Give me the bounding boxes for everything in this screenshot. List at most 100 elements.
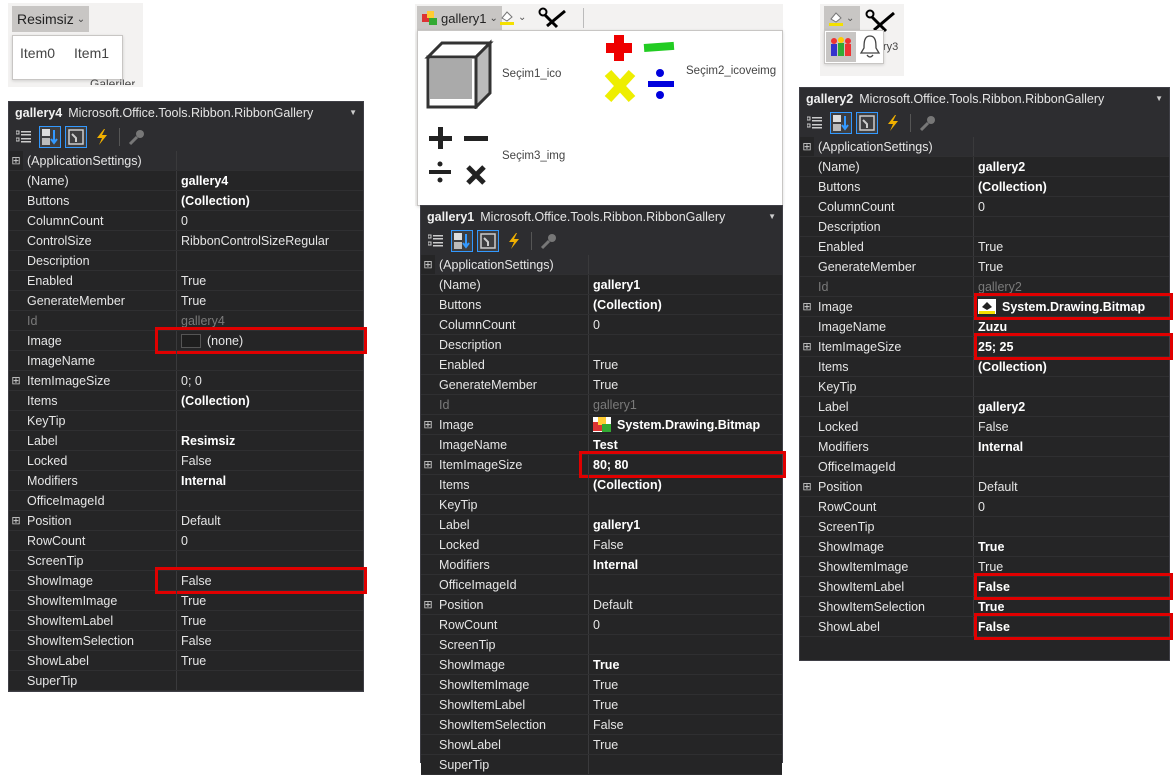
bell-icon[interactable] [859,34,881,60]
property-row[interactable]: ShowItemImage True [800,557,1169,577]
property-row[interactable]: Locked False [421,535,782,555]
property-row[interactable]: Description [800,217,1169,237]
property-value[interactable] [589,255,782,274]
property-value[interactable]: System.Drawing.Bitmap [974,297,1169,316]
gallery-item[interactable]: Seçim2_icoveimg [602,33,776,109]
property-row[interactable]: (Name) gallery4 [9,171,363,191]
property-row[interactable]: Modifiers Internal [421,555,782,575]
property-row[interactable]: Id gallery1 [421,395,782,415]
property-value[interactable]: Test [589,435,782,454]
property-value[interactable]: gallery1 [589,275,782,294]
property-value[interactable]: RibbonControlSizeRegular [177,231,363,250]
categorized-icon[interactable] [13,126,35,148]
property-row[interactable]: ShowLabel True [9,651,363,671]
property-value[interactable]: True [177,591,363,610]
property-value[interactable]: 80; 80 [589,455,782,474]
property-value[interactable] [589,755,782,774]
property-value[interactable]: True [177,611,363,630]
grid-header[interactable]: gallery4 Microsoft.Office.Tools.Ribbon.R… [9,102,363,123]
expand-plus-icon[interactable]: ⊞ [9,511,23,530]
property-value[interactable]: True [177,291,363,310]
property-row[interactable]: Items (Collection) [9,391,363,411]
property-row[interactable]: OfficeImageId [9,491,363,511]
property-row[interactable]: ⊞ (ApplicationSettings) [800,137,1169,157]
property-row[interactable]: ⊞ Position Default [9,511,363,531]
property-row[interactable]: Items (Collection) [421,475,782,495]
property-row[interactable]: Label Resimsiz [9,431,363,451]
property-value[interactable] [589,495,782,514]
property-value[interactable]: Internal [177,471,363,490]
property-row[interactable]: ShowImage True [800,537,1169,557]
expand-plus-icon[interactable]: ⊞ [800,337,814,356]
property-row[interactable]: Buttons (Collection) [421,295,782,315]
properties-icon[interactable] [856,112,878,134]
property-value[interactable]: 0 [177,531,363,550]
property-value[interactable]: False [177,571,363,590]
property-value[interactable] [974,457,1169,476]
gallery1-dropdown[interactable]: gallery1 ⌄ [417,6,502,30]
property-row[interactable]: ShowImage True [421,655,782,675]
property-value[interactable]: True [974,257,1169,276]
property-value[interactable]: (Collection) [177,191,363,210]
property-row[interactable]: RowCount 0 [800,497,1169,517]
property-row[interactable]: ColumnCount 0 [800,197,1169,217]
property-value[interactable] [177,411,363,430]
property-value[interactable] [177,491,363,510]
property-value[interactable]: True [589,735,782,754]
property-value[interactable]: 0 [177,211,363,230]
scissors-icon[interactable] [537,7,567,31]
property-row[interactable]: ScreenTip [800,517,1169,537]
dropdown-arrow-icon[interactable]: ▼ [1155,94,1163,103]
property-row[interactable]: ⊞ (ApplicationSettings) [421,255,782,275]
property-row[interactable]: Label gallery2 [800,397,1169,417]
property-pages-icon[interactable] [126,126,148,148]
property-row[interactable]: ⊞ ItemImageSize 80; 80 [421,451,786,478]
property-row[interactable]: ShowItemSelection False [9,631,363,651]
property-row[interactable]: Description [421,335,782,355]
property-row[interactable]: Modifiers Internal [9,471,363,491]
property-value[interactable]: gallery1 [589,515,782,534]
property-row[interactable]: Modifiers Internal [800,437,1169,457]
property-value[interactable]: True [974,597,1169,616]
property-value[interactable]: gallery4 [177,171,363,190]
property-value[interactable]: gallery1 [589,395,782,414]
property-value[interactable] [177,671,363,690]
property-value[interactable]: (Collection) [589,475,782,494]
property-value[interactable]: Internal [974,437,1169,456]
expand-plus-icon[interactable]: ⊞ [421,595,435,614]
property-row[interactable]: KeyTip [9,411,363,431]
property-row[interactable]: ⊞ Position Default [421,595,782,615]
expand-plus-icon[interactable]: ⊞ [800,297,814,316]
property-row[interactable]: SuperTip [421,755,782,775]
property-row[interactable]: Label gallery1 [421,515,782,535]
property-row[interactable]: ControlSize RibbonControlSizeRegular [9,231,363,251]
property-row[interactable]: Enabled True [800,237,1169,257]
property-row[interactable]: Id gallery4 [9,311,363,331]
property-row[interactable]: ShowItemSelection True [800,597,1169,617]
property-row[interactable]: ⊞ Image System.Drawing.Bitmap [421,415,782,435]
property-value[interactable] [974,377,1169,396]
grid-header[interactable]: gallery1 Microsoft.Office.Tools.Ribbon.R… [421,206,782,227]
property-row[interactable]: ShowItemImage True [421,675,782,695]
property-row[interactable]: ⊞ ItemImageSize 0; 0 [9,371,363,391]
alphabetical-icon[interactable] [39,126,61,148]
expand-plus-icon[interactable]: ⊞ [800,477,814,496]
property-value[interactable] [177,551,363,570]
property-value[interactable]: (Collection) [974,357,1169,376]
categorized-icon[interactable] [804,112,826,134]
property-value[interactable]: 0 [589,615,782,634]
property-row[interactable]: OfficeImageId [800,457,1169,477]
property-value[interactable]: True [589,355,782,374]
property-row[interactable]: ShowLabel True [421,735,782,755]
property-value[interactable]: True [177,271,363,290]
alphabetical-icon[interactable] [451,230,473,252]
property-value[interactable]: 0 [974,197,1169,216]
property-pages-icon[interactable] [917,112,939,134]
gallery-item[interactable]: Item0 [20,45,55,61]
property-row[interactable]: ImageName Test [421,435,782,455]
property-value[interactable]: (Collection) [589,295,782,314]
dropdown-arrow-icon[interactable]: ▼ [349,108,357,117]
property-value[interactable]: True [589,695,782,714]
property-value[interactable] [589,335,782,354]
gallery-item[interactable]: Item1 [74,45,109,61]
